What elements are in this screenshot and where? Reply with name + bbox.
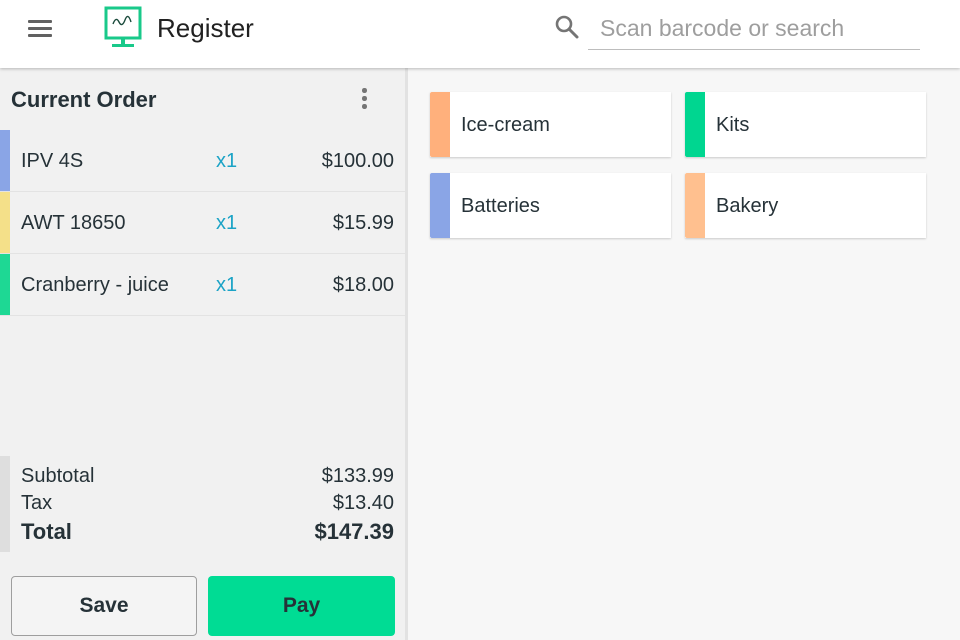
tax-label: Tax [21, 492, 53, 514]
category-color-swatch [430, 92, 450, 157]
item-price: $100.00 [321, 150, 394, 172]
order-item[interactable]: AWT 18650 x1 $15.99 [0, 192, 405, 254]
category-name: Kits [716, 114, 750, 136]
item-name: Cranberry - juice [21, 274, 169, 296]
menu-icon[interactable] [22, 18, 60, 40]
search-input[interactable] [588, 8, 920, 50]
item-color-swatch [0, 254, 10, 315]
item-name: IPV 4S [21, 150, 84, 172]
item-quantity: x1 [216, 150, 238, 172]
item-color-swatch [0, 130, 10, 191]
register-app: Register Current Order IPV 4S x1 $100.00… [0, 0, 960, 640]
category-grid: Ice-cream Kits Batteries Bakery [408, 68, 960, 640]
category-name: Ice-cream [461, 114, 550, 136]
item-quantity: x1 [216, 274, 238, 296]
totals-bar [0, 456, 10, 552]
item-quantity: x1 [216, 212, 238, 234]
category-color-swatch [685, 173, 705, 238]
tax-value: $13.40 [332, 492, 394, 514]
category-color-swatch [430, 173, 450, 238]
item-name: AWT 18650 [21, 212, 126, 234]
category-tile[interactable]: Ice-cream [430, 92, 671, 157]
current-order-panel: Current Order IPV 4S x1 $100.00 AWT 1865… [0, 68, 408, 640]
more-vert-icon[interactable] [356, 86, 372, 112]
register-logo-icon [104, 6, 142, 47]
total-label: Total [21, 519, 72, 544]
category-tile[interactable]: Kits [685, 92, 926, 157]
search-icon[interactable] [554, 14, 580, 40]
subtotal-value: $133.99 [321, 465, 394, 487]
pay-button[interactable]: Pay [208, 576, 395, 636]
category-name: Batteries [461, 195, 540, 217]
subtotal-label: Subtotal [21, 465, 95, 487]
top-app-bar: Register [0, 0, 960, 68]
order-item[interactable]: IPV 4S x1 $100.00 [0, 130, 405, 192]
category-name: Bakery [716, 195, 779, 217]
order-totals: Subtotal $133.99 Tax $13.40 Total $147.3… [0, 456, 405, 552]
total-value: $147.39 [314, 519, 394, 544]
item-price: $18.00 [332, 274, 394, 296]
page-title: Register [157, 13, 254, 43]
save-button[interactable]: Save [11, 576, 197, 636]
category-tile[interactable]: Bakery [685, 173, 926, 238]
category-color-swatch [685, 92, 705, 157]
order-item[interactable]: Cranberry - juice x1 $18.00 [0, 254, 405, 316]
category-tile[interactable]: Batteries [430, 173, 671, 238]
order-title: Current Order [11, 87, 157, 112]
order-list: IPV 4S x1 $100.00 AWT 18650 x1 $15.99 Cr… [0, 130, 405, 316]
item-price: $15.99 [332, 212, 394, 234]
item-color-swatch [0, 192, 10, 253]
